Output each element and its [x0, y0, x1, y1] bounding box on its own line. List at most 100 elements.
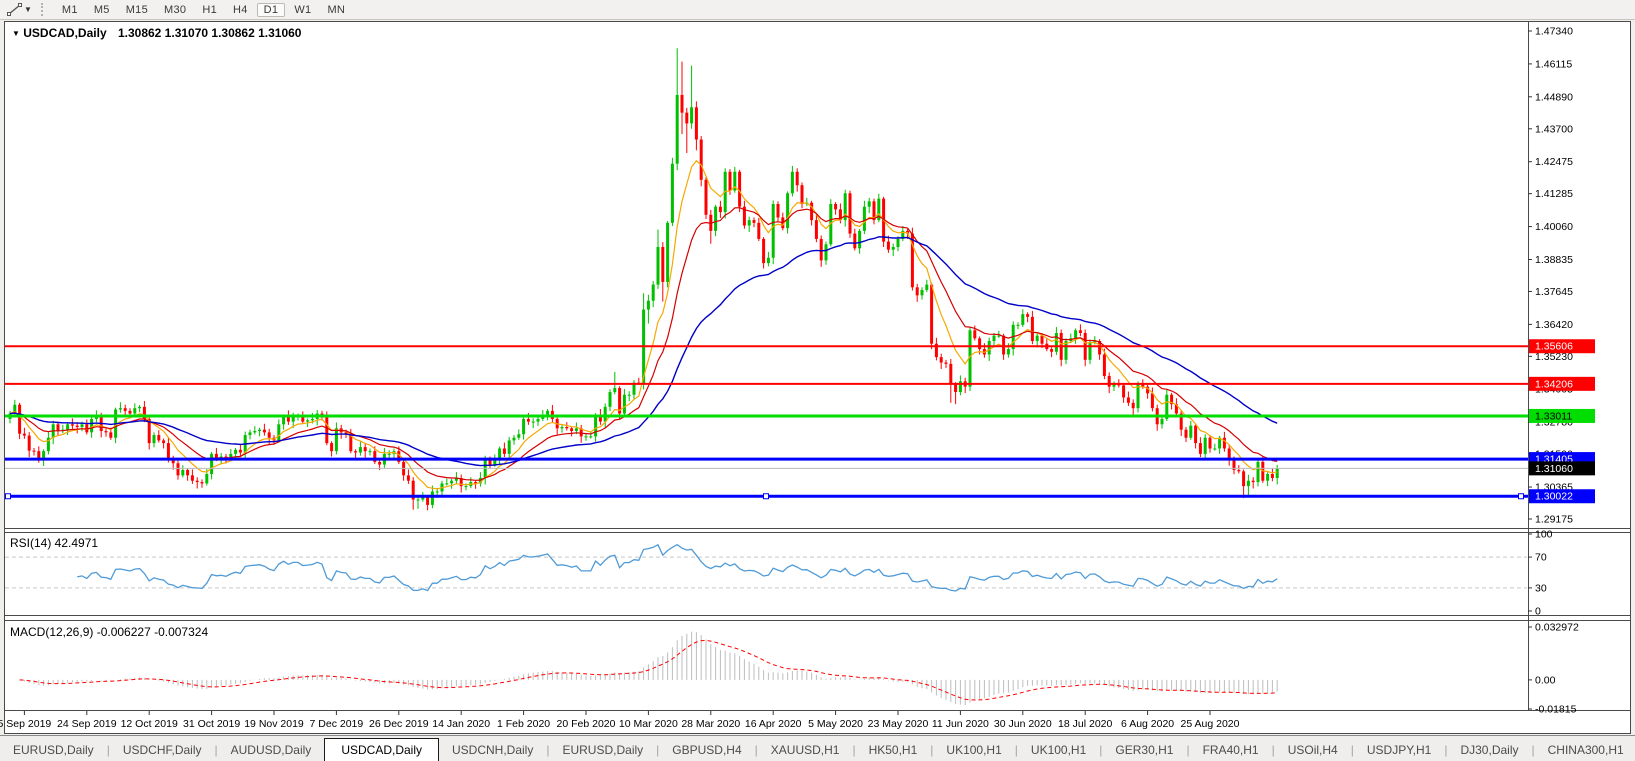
candle-body [517, 434, 521, 438]
candle-body [622, 394, 626, 414]
candle-body [430, 491, 434, 505]
timeframe-button-h4[interactable]: H4 [226, 3, 255, 17]
candle-body [848, 193, 852, 234]
candle-body [987, 341, 991, 355]
tab-dj30-daily[interactable]: DJ30,Daily [1447, 739, 1531, 761]
hline-selection-handle[interactable] [763, 493, 769, 500]
date-label: 10 Mar 2020 [619, 718, 678, 730]
timeframe-button-m1[interactable]: M1 [55, 3, 85, 17]
candle-body [310, 418, 314, 421]
date-label: 16 Apr 2020 [745, 718, 802, 730]
toolbar-grip[interactable] [40, 3, 48, 16]
candle-body [248, 432, 252, 436]
candle-body [512, 437, 516, 441]
candle-body [862, 206, 866, 231]
trendline-tool-icon[interactable] [4, 2, 24, 17]
tab-usdchf-daily[interactable]: USDCHF,Daily [110, 739, 215, 761]
tab-china300-h1[interactable]: CHINA300,H1 [1535, 739, 1635, 761]
candle-body [819, 238, 823, 261]
candle-body [690, 107, 694, 124]
candle-body [714, 206, 718, 231]
date-label: 18 Jul 2020 [1058, 718, 1112, 730]
timeframe-button-h1[interactable]: H1 [195, 3, 224, 17]
tab-eurusd-daily[interactable]: EURUSD,Daily [549, 739, 656, 761]
tab-audusd-daily[interactable]: AUDUSD,Daily [218, 739, 325, 761]
candle-body [560, 426, 564, 429]
candle-body [1107, 375, 1111, 387]
tab-usoil-h4[interactable]: USOil,H4 [1275, 739, 1351, 761]
candle-body [267, 432, 271, 438]
tab-eurusd-daily[interactable]: EURUSD,Daily [0, 739, 107, 761]
candle-body [1242, 471, 1246, 487]
candle-body [200, 482, 204, 484]
tab-hk50-h1[interactable]: HK50,H1 [856, 739, 931, 761]
candle-body [1213, 448, 1217, 450]
candle-body [70, 424, 74, 426]
symbol-tabs: EURUSD,Daily | USDCHF,Daily | AUDUSD,Daily US… [0, 738, 1635, 761]
date-label: 19 Nov 2019 [244, 718, 304, 730]
candle-body [1270, 474, 1274, 479]
candle-body [406, 475, 410, 481]
candle-body [752, 220, 756, 223]
price-tick-label: 1.37645 [1535, 286, 1573, 298]
candle-body [325, 416, 329, 444]
tab-usdcnh-daily[interactable]: USDCNH,Daily [439, 739, 546, 761]
hline-selection-handle[interactable] [5, 493, 11, 500]
candle-body [354, 451, 358, 453]
timeframe-button-m15[interactable]: M15 [119, 3, 155, 17]
candle-body [651, 284, 655, 301]
candle-body [18, 404, 22, 434]
date-label: 25 Aug 2020 [1181, 718, 1240, 730]
candle-body [445, 483, 449, 485]
tab-uk100-h1[interactable]: UK100,H1 [933, 739, 1014, 761]
candle-body [1160, 418, 1164, 425]
tab-xauusd-h1[interactable]: XAUUSD,H1 [758, 739, 853, 761]
candle-body [426, 496, 430, 505]
candle-body [1126, 397, 1130, 403]
candle-body [282, 416, 286, 425]
hline-selection-handle[interactable] [1518, 493, 1524, 500]
tool-dropdown-caret-icon[interactable]: ▼ [24, 5, 32, 14]
candle-body [546, 410, 550, 415]
candle-body [925, 284, 929, 290]
tab-usdcad-daily[interactable]: USDCAD,Daily [324, 738, 439, 761]
candle-body [80, 424, 84, 427]
tab-usdjpy-h1[interactable]: USDJPY,H1 [1354, 739, 1444, 761]
candle-body [118, 408, 122, 410]
timeframe-button-mn[interactable]: MN [320, 3, 352, 17]
candle-body [608, 392, 612, 407]
timeframe-button-m30[interactable]: M30 [157, 3, 193, 17]
tab-fra40-h1[interactable]: FRA40,H1 [1190, 739, 1272, 761]
candle-body [238, 449, 242, 453]
price-tick-label: 1.46115 [1535, 58, 1572, 70]
macd-indicator-label: MACD(12,26,9) -0.006227 -0.007324 [10, 625, 209, 639]
symbol-collapse-icon[interactable]: ▼ [12, 29, 20, 38]
price-tick-label: 1.36420 [1535, 319, 1573, 331]
candle-body [109, 432, 113, 438]
candle-body [915, 287, 919, 296]
candle-body [891, 246, 895, 250]
tab-gbpusd-h4[interactable]: GBPUSD,H4 [659, 739, 754, 761]
timeframe-button-w1[interactable]: W1 [287, 3, 318, 17]
timeframe-button-d1[interactable]: D1 [256, 2, 286, 17]
chart-title-ohlc: 1.30862 1.31070 1.30862 1.31060 [117, 26, 302, 40]
candle-body [627, 394, 631, 396]
candle-body [104, 431, 108, 433]
tab-uk100-h1[interactable]: UK100,H1 [1018, 739, 1099, 761]
tab-ger30-h1[interactable]: GER30,H1 [1102, 739, 1186, 761]
timeframe-button-m5[interactable]: M5 [87, 3, 117, 17]
chart-canvas[interactable]: 1.47340 1.46115 1.44890 1.43700 1.42475 1.412… [0, 19, 1635, 735]
candle-body [1088, 342, 1092, 360]
candle-body [526, 418, 530, 422]
candle-body [416, 499, 420, 501]
candle-body [1251, 480, 1255, 483]
date-label: 14 Jan 2020 [432, 718, 490, 730]
candle-body [522, 418, 526, 435]
rsi-tick-label: 30 [1535, 582, 1547, 594]
candle-body [358, 447, 362, 453]
chart-title: ▼ USDCAD,Daily 1.30862 1.31070 1.30862 1… [12, 26, 301, 40]
candle-body [152, 435, 156, 444]
price-badge-label: 1.34206 [1535, 378, 1573, 390]
candle-body [306, 420, 310, 422]
candle-body [771, 204, 775, 258]
